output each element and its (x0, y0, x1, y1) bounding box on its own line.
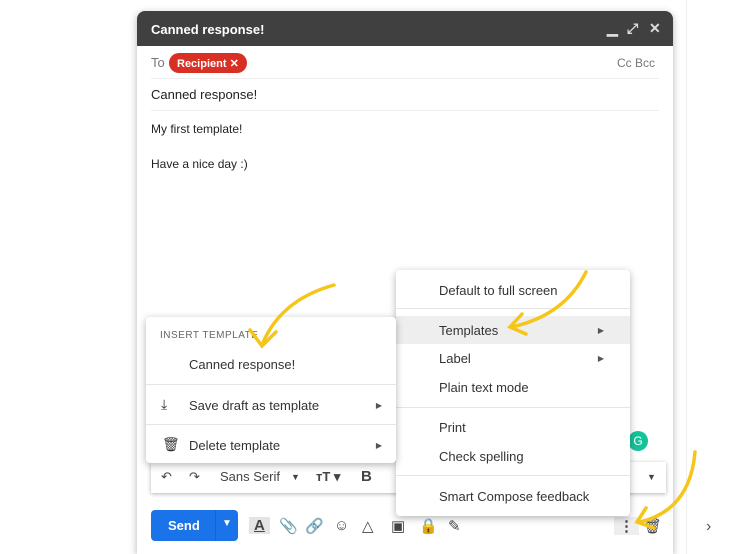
annotation-arrow (638, 450, 697, 524)
annotation-arrowhead (248, 328, 278, 349)
annotation-arrows (248, 270, 697, 530)
annotation-arrow (510, 270, 588, 329)
